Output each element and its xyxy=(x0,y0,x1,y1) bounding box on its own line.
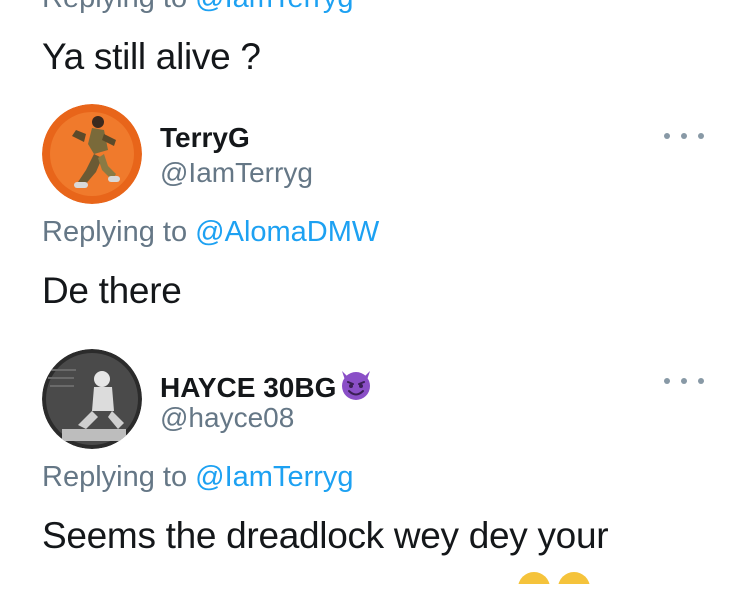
person-jumping-avatar xyxy=(42,104,142,204)
replying-to-label: Replying to xyxy=(42,461,188,493)
person-sitting-avatar xyxy=(42,349,142,449)
reply-context: Replying to @IamTerryg xyxy=(42,461,354,494)
reply-context-top: Replying to @IamTerryg xyxy=(42,0,354,15)
display-name-text: HAYCE 30BG xyxy=(160,372,337,403)
replying-to-handle-link[interactable]: @IamTerryg xyxy=(195,461,353,493)
avatar[interactable] xyxy=(42,104,142,204)
more-dot xyxy=(698,133,704,139)
more-options-icon[interactable] xyxy=(664,130,704,142)
more-options-icon[interactable] xyxy=(664,375,704,387)
more-dot xyxy=(664,378,670,384)
display-name[interactable]: TerryG xyxy=(160,122,250,154)
tweet-text-top: Ya still alive ? xyxy=(42,36,261,77)
reply-context: Replying to @AlomaDMW xyxy=(42,216,379,249)
replying-to-label: Replying to xyxy=(42,216,188,248)
tweet-text: Seems the dreadlock wey dey your xyxy=(42,515,609,556)
more-dot xyxy=(664,133,670,139)
smiling-devil-emoji-icon xyxy=(338,367,374,408)
more-dot xyxy=(681,133,687,139)
more-dot xyxy=(681,378,687,384)
replying-to-handle-link[interactable]: @IamTerryg xyxy=(195,0,353,14)
replying-to-label: Replying to xyxy=(42,0,187,14)
replying-to-handle-link[interactable]: @AlomaDMW xyxy=(195,216,379,248)
tweet-text: De there xyxy=(42,270,182,311)
username[interactable]: @IamTerryg xyxy=(160,157,313,189)
more-dot xyxy=(698,378,704,384)
avatar[interactable] xyxy=(42,349,142,449)
username[interactable]: @hayce08 xyxy=(160,402,294,434)
